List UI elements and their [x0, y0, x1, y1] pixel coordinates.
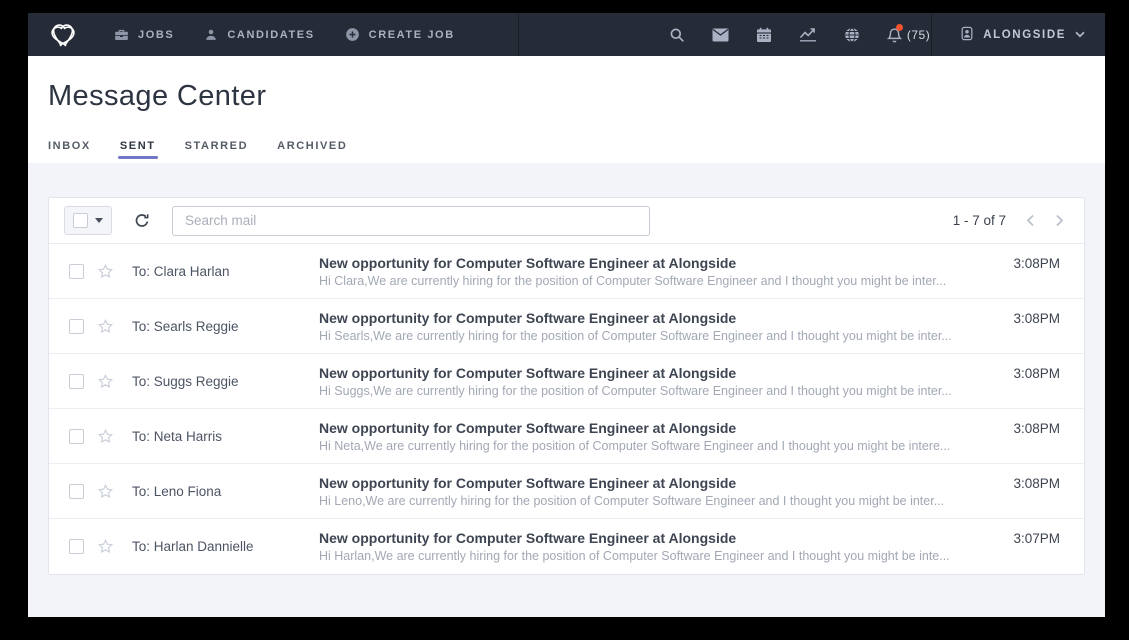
row-checkbox[interactable]: [69, 539, 84, 554]
message-recipient: To: Leno Fiona: [132, 484, 300, 499]
app-window: JOBS CANDIDATES CREATE JOB: [28, 13, 1105, 617]
message-preview: Hi Harlan,We are currently hiring for th…: [319, 549, 997, 563]
message-row[interactable]: To: Neta Harris New opportunity for Comp…: [49, 409, 1084, 464]
message-preview: Hi Searls,We are currently hiring for th…: [319, 329, 997, 343]
tab-bar: INBOX SENT STARRED ARCHIVED: [48, 140, 1085, 162]
analytics-chart-icon[interactable]: [799, 27, 817, 42]
message-recipient: To: Searls Reggie: [132, 319, 300, 334]
message-preview: Hi Neta,We are currently hiring for the …: [319, 439, 997, 453]
message-body: New opportunity for Computer Software En…: [319, 255, 997, 288]
message-preview: Hi Clara,We are currently hiring for the…: [319, 274, 997, 288]
star-icon[interactable]: [97, 538, 114, 555]
notification-dot: [896, 24, 903, 31]
message-row[interactable]: To: Searls Reggie New opportunity for Co…: [49, 299, 1084, 354]
nav-jobs[interactable]: JOBS: [114, 27, 174, 42]
message-subject: New opportunity for Computer Software En…: [319, 420, 997, 436]
tab-starred[interactable]: STARRED: [185, 140, 249, 162]
tab-inbox[interactable]: INBOX: [48, 140, 91, 162]
nav-create-job[interactable]: CREATE JOB: [345, 27, 455, 42]
page-title: Message Center: [48, 80, 1085, 113]
star-icon[interactable]: [97, 263, 114, 280]
prev-page-icon[interactable]: [1026, 214, 1035, 227]
mail-toolbar: 1 - 7 of 7: [49, 198, 1084, 244]
message-subject: New opportunity for Computer Software En…: [319, 365, 997, 381]
message-body: New opportunity for Computer Software En…: [319, 365, 997, 398]
star-icon[interactable]: [97, 373, 114, 390]
message-time: 3:08PM: [1013, 476, 1084, 491]
message-row[interactable]: To: Clara Harlan New opportunity for Com…: [49, 244, 1084, 299]
tab-archived[interactable]: ARCHIVED: [277, 140, 347, 162]
message-row[interactable]: To: Harlan Dannielle New opportunity for…: [49, 519, 1084, 574]
globe-icon[interactable]: [844, 27, 860, 43]
search-icon[interactable]: [669, 27, 685, 43]
message-time: 3:08PM: [1013, 421, 1084, 436]
alongside-logo-icon[interactable]: [48, 20, 78, 50]
pagination: 1 - 7 of 7: [953, 213, 1064, 228]
star-icon[interactable]: [97, 318, 114, 335]
message-time: 3:08PM: [1013, 311, 1084, 326]
nav-candidates[interactable]: CANDIDATES: [204, 28, 314, 42]
page-content: 1 - 7 of 7: [28, 163, 1105, 575]
caret-down-icon: [95, 218, 103, 223]
calendar-icon[interactable]: [756, 27, 772, 43]
account-menu[interactable]: ALONGSIDE: [960, 26, 1085, 44]
message-body: New opportunity for Computer Software En…: [319, 420, 997, 453]
mail-card: 1 - 7 of 7: [48, 197, 1085, 575]
message-time: 3:07PM: [1013, 531, 1084, 546]
message-subject: New opportunity for Computer Software En…: [319, 475, 997, 491]
refresh-icon[interactable]: [134, 213, 150, 229]
nav-candidates-label: CANDIDATES: [227, 29, 314, 41]
next-page-icon[interactable]: [1055, 214, 1064, 227]
row-checkbox[interactable]: [69, 319, 84, 334]
page-header: Message Center INBOX SENT STARRED ARCHIV…: [28, 56, 1105, 163]
message-time: 3:08PM: [1013, 256, 1084, 271]
briefcase-icon: [114, 27, 129, 42]
message-subject: New opportunity for Computer Software En…: [319, 530, 997, 546]
message-body: New opportunity for Computer Software En…: [319, 475, 997, 508]
message-recipient: To: Neta Harris: [132, 429, 300, 444]
top-navbar: JOBS CANDIDATES CREATE JOB: [28, 13, 1105, 56]
plus-circle-icon: [345, 27, 360, 42]
star-icon[interactable]: [97, 428, 114, 445]
message-subject: New opportunity for Computer Software En…: [319, 310, 997, 326]
nav-create-job-label: CREATE JOB: [369, 29, 455, 41]
message-row[interactable]: To: Leno Fiona New opportunity for Compu…: [49, 464, 1084, 519]
row-checkbox[interactable]: [69, 374, 84, 389]
message-recipient: To: Suggs Reggie: [132, 374, 300, 389]
account-person-icon: [960, 26, 974, 44]
row-checkbox[interactable]: [69, 429, 84, 444]
message-list: To: Clara Harlan New opportunity for Com…: [49, 244, 1084, 574]
tab-sent[interactable]: SENT: [120, 140, 156, 162]
navbar-divider: [518, 13, 519, 56]
person-icon: [204, 28, 218, 42]
notifications-bell-icon[interactable]: (75): [887, 27, 930, 43]
row-checkbox[interactable]: [69, 484, 84, 499]
mail-icon[interactable]: [712, 28, 729, 42]
select-all-checkbox[interactable]: [73, 213, 88, 228]
message-body: New opportunity for Computer Software En…: [319, 310, 997, 343]
message-recipient: To: Harlan Dannielle: [132, 539, 300, 554]
select-all-dropdown[interactable]: [64, 206, 112, 235]
message-preview: Hi Leno,We are currently hiring for the …: [319, 494, 997, 508]
search-mail-input[interactable]: [172, 206, 650, 236]
notification-count: (75): [907, 28, 930, 42]
nav-jobs-label: JOBS: [138, 29, 174, 41]
account-label: ALONGSIDE: [983, 29, 1066, 41]
pagination-label: 1 - 7 of 7: [953, 213, 1006, 228]
chevron-down-icon: [1075, 29, 1085, 41]
message-row[interactable]: To: Suggs Reggie New opportunity for Com…: [49, 354, 1084, 409]
message-body: New opportunity for Computer Software En…: [319, 530, 997, 563]
navbar-divider: [931, 13, 932, 56]
message-subject: New opportunity for Computer Software En…: [319, 255, 997, 271]
star-icon[interactable]: [97, 483, 114, 500]
message-preview: Hi Suggs,We are currently hiring for the…: [319, 384, 997, 398]
message-recipient: To: Clara Harlan: [132, 264, 300, 279]
message-time: 3:08PM: [1013, 366, 1084, 381]
row-checkbox[interactable]: [69, 264, 84, 279]
